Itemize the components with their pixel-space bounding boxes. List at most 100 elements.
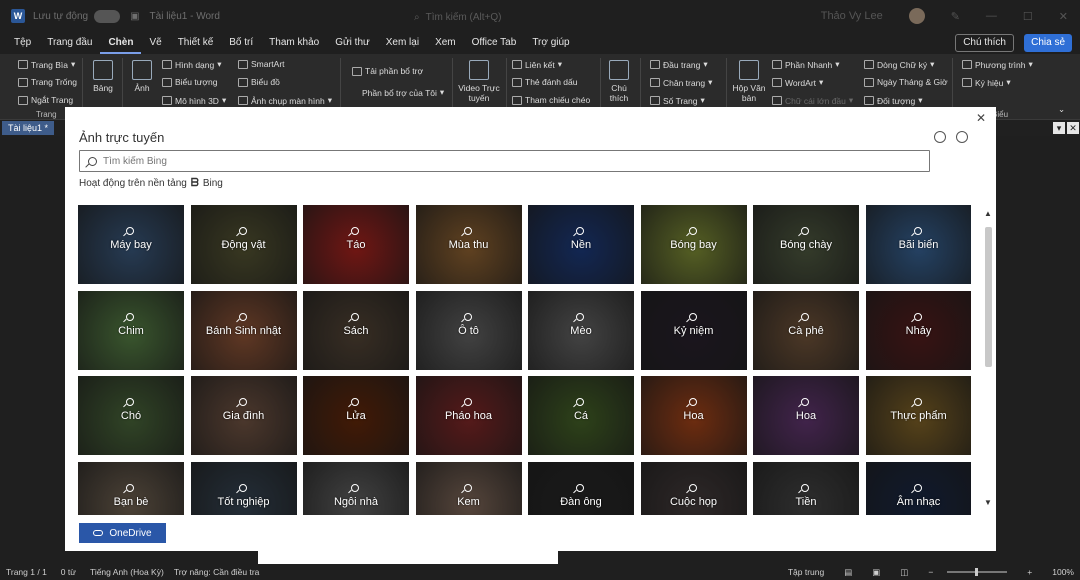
- print-layout-icon[interactable]: ▣: [872, 567, 880, 578]
- category-tile[interactable]: Mùa thu: [415, 205, 522, 284]
- maximize-icon[interactable]: ☐: [1023, 10, 1033, 23]
- category-tile[interactable]: Cuộc họp: [640, 461, 747, 515]
- category-tile[interactable]: Bãi biển: [865, 205, 971, 284]
- category-tile[interactable]: Âm nhạc: [865, 461, 971, 515]
- minimize-icon[interactable]: —: [986, 10, 997, 22]
- insert-comment-button[interactable]: Chú thích: [604, 60, 634, 103]
- dialog-close-icon[interactable]: ✕: [976, 111, 986, 125]
- cross-reference-button[interactable]: Tham chiếu chéo: [512, 95, 590, 105]
- category-tile[interactable]: Bóng chày: [753, 205, 859, 284]
- category-tile[interactable]: Tốt nghiệp: [190, 461, 297, 515]
- scroll-down-icon[interactable]: ▼: [984, 498, 992, 507]
- bookmark-button[interactable]: Thẻ đánh dấu: [512, 77, 577, 87]
- cover-page-button[interactable]: Trang Bìa ▾: [18, 59, 75, 70]
- autosave-toggle[interactable]: [94, 9, 121, 23]
- category-tile[interactable]: Bánh Sinh nhật: [190, 290, 297, 370]
- language[interactable]: Tiếng Anh (Hoa Kỳ): [90, 567, 164, 577]
- menu-design[interactable]: Thiết kế: [170, 32, 222, 54]
- tab-close-icon[interactable]: ✕: [1067, 122, 1079, 134]
- category-tile[interactable]: Mèo: [528, 290, 634, 370]
- category-tile[interactable]: Sách: [303, 290, 409, 370]
- shapes-button[interactable]: Hình dạng ▾: [162, 59, 222, 70]
- my-addins-button[interactable]: Phần bổ trợ của Tôi ▾: [362, 87, 444, 98]
- category-tile[interactable]: Kỷ niệm: [640, 290, 747, 370]
- grid-scrollbar[interactable]: ▲ ▼: [983, 209, 993, 509]
- onedrive-button[interactable]: OneDrive: [79, 523, 166, 543]
- menu-help[interactable]: Trợ giúp: [524, 32, 577, 54]
- user-name[interactable]: Thảo Vy Lee: [821, 10, 883, 22]
- focus-mode[interactable]: Tập trung: [788, 567, 824, 577]
- zoom-slider[interactable]: [947, 568, 1008, 576]
- page-break-button[interactable]: Ngắt Trang: [18, 95, 73, 105]
- category-tile[interactable]: Nhảy: [865, 290, 971, 370]
- accessibility-status[interactable]: Trợ năng: Cần điều tra: [174, 567, 260, 577]
- collapse-ribbon-icon[interactable]: ⌄: [1058, 104, 1065, 115]
- bing-search-input[interactable]: [103, 155, 903, 167]
- category-tile[interactable]: Bóng bay: [640, 205, 747, 284]
- scroll-up-icon[interactable]: ▲: [984, 209, 992, 218]
- bing-search-box[interactable]: [79, 150, 930, 172]
- menu-home[interactable]: Trang đầu: [39, 32, 100, 54]
- menu-office-tab[interactable]: Office Tab: [464, 32, 525, 54]
- pen-icon[interactable]: ✎: [951, 10, 960, 23]
- zoom-in-icon[interactable]: +: [1027, 567, 1032, 577]
- equation-button[interactable]: Phương trình ▾: [962, 59, 1033, 70]
- category-tile[interactable]: Lửa: [303, 376, 409, 455]
- category-tile[interactable]: Táo: [303, 205, 409, 284]
- document-tab[interactable]: Tài liệu1 *: [2, 121, 55, 135]
- category-tile[interactable]: Cá: [528, 376, 634, 455]
- 3d-models-button[interactable]: Mô hình 3D ▾: [162, 95, 226, 106]
- category-tile[interactable]: Cà phê: [753, 290, 859, 370]
- smile-feedback-icon[interactable]: [934, 131, 946, 143]
- web-layout-icon[interactable]: ◫: [900, 567, 908, 578]
- avatar[interactable]: [908, 8, 925, 24]
- wordart-button[interactable]: WordArt ▾: [772, 77, 823, 88]
- category-tile[interactable]: Kem: [415, 461, 522, 515]
- scroll-thumb[interactable]: [985, 227, 992, 367]
- category-tile[interactable]: Đàn ông: [528, 461, 634, 515]
- screenshot-button[interactable]: Ảnh chụp màn hình ▾: [238, 95, 332, 106]
- menu-draw[interactable]: Vẽ: [141, 32, 169, 54]
- category-tile[interactable]: Tiền: [753, 461, 859, 515]
- signature-line-button[interactable]: Dòng Chữ ký ▾: [864, 59, 934, 70]
- category-tile[interactable]: Ngôi nhà: [303, 461, 409, 515]
- menu-insert[interactable]: Chèn: [100, 32, 142, 54]
- menu-view[interactable]: Xem: [427, 32, 464, 54]
- drop-cap-button[interactable]: Chữ cái lớn đầu ▾: [772, 95, 853, 106]
- category-tile[interactable]: Máy bay: [78, 205, 184, 284]
- category-tile[interactable]: Bạn bè: [78, 461, 184, 515]
- frown-feedback-icon[interactable]: [956, 131, 968, 143]
- category-tile[interactable]: Chó: [78, 376, 184, 455]
- symbol-button[interactable]: Ký hiệu ▾: [962, 77, 1011, 88]
- text-box-button[interactable]: Hộp Văn bản: [730, 60, 768, 103]
- page-number-button[interactable]: Số Trang ▾: [650, 95, 705, 106]
- close-window-icon[interactable]: ✕: [1059, 10, 1068, 23]
- icons-button[interactable]: Biểu tượng: [162, 77, 217, 87]
- menu-references[interactable]: Tham khảo: [261, 32, 327, 54]
- category-tile[interactable]: Thực phẩm: [865, 376, 971, 455]
- category-tile[interactable]: Hoa: [640, 376, 747, 455]
- smartart-button[interactable]: SmartArt: [238, 59, 285, 69]
- date-time-button[interactable]: Ngày Tháng & Giờ: [864, 77, 948, 87]
- online-video-button[interactable]: Video Trực tuyến: [456, 60, 502, 103]
- zoom-level[interactable]: 100%: [1052, 567, 1074, 577]
- share-button[interactable]: Chia sẻ: [1024, 34, 1072, 52]
- comment-button[interactable]: Chú thích: [955, 34, 1014, 52]
- link-button[interactable]: Liên kết ▾: [512, 59, 562, 70]
- blank-page-button[interactable]: Trang Trống: [18, 77, 77, 87]
- save-icon[interactable]: ▣: [130, 11, 139, 22]
- object-button[interactable]: Đối tượng ▾: [864, 95, 922, 106]
- tab-list-dropdown-icon[interactable]: ▾: [1053, 122, 1065, 134]
- menu-layout[interactable]: Bố trí: [221, 32, 261, 54]
- menu-review[interactable]: Xem lại: [378, 32, 427, 54]
- read-mode-icon[interactable]: ▤: [844, 567, 852, 578]
- category-tile[interactable]: Gia đình: [190, 376, 297, 455]
- chart-button[interactable]: Biểu đồ: [238, 77, 280, 87]
- zoom-out-icon[interactable]: −: [928, 567, 933, 577]
- footer-button[interactable]: Chân trang ▾: [650, 77, 712, 88]
- menu-mailings[interactable]: Gửi thư: [327, 32, 378, 54]
- category-tile[interactable]: Hoa: [753, 376, 859, 455]
- category-tile[interactable]: Nền: [528, 205, 634, 284]
- table-button[interactable]: Bảng: [88, 60, 118, 93]
- word-count[interactable]: 0 từ: [61, 567, 76, 577]
